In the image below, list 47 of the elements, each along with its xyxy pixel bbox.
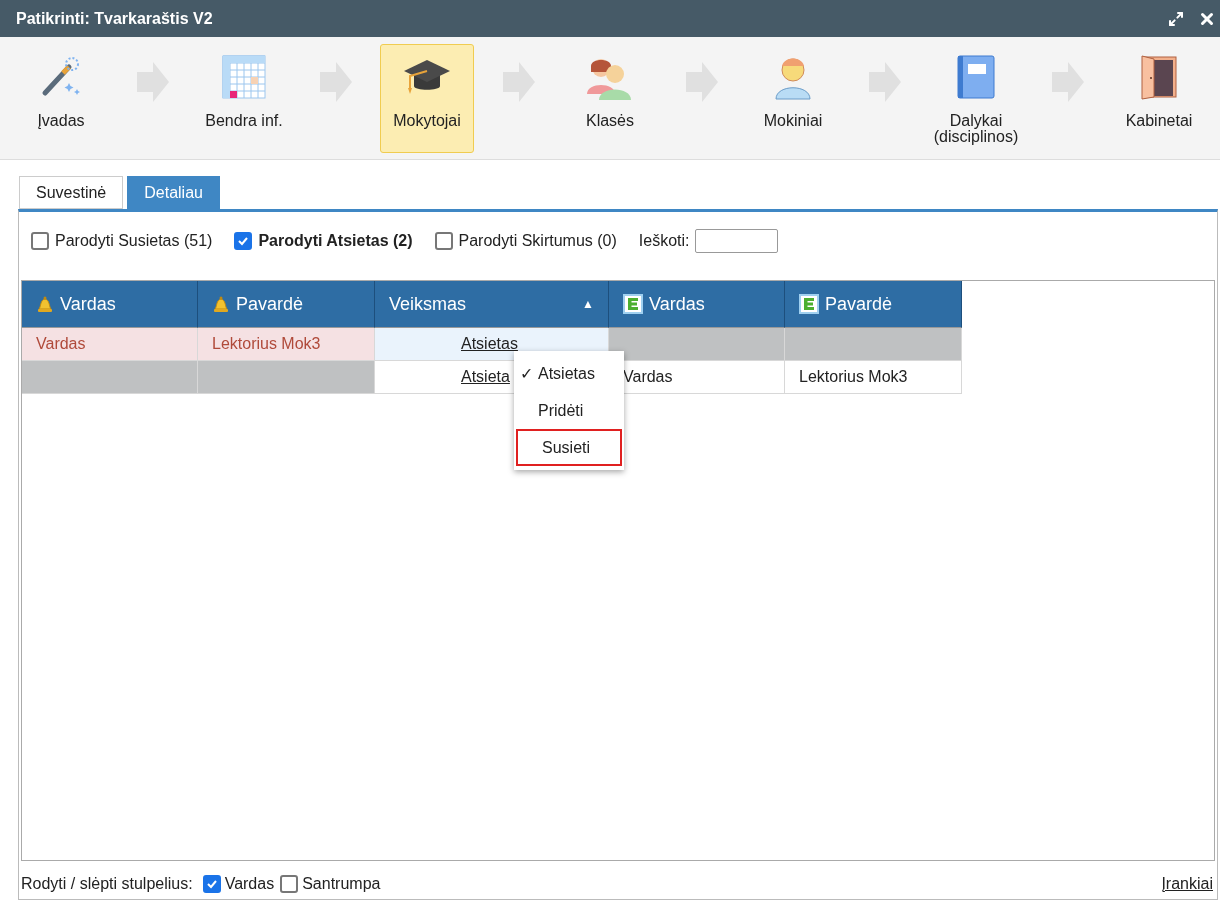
checkmark-icon — [205, 878, 218, 890]
maximize-icon[interactable] — [1168, 10, 1184, 27]
column-header[interactable]: Veiksmas ▲ — [375, 281, 609, 328]
e-logo-icon — [623, 294, 643, 314]
book-icon — [957, 55, 995, 99]
action-link[interactable]: Atsieta — [461, 365, 510, 389]
action-link[interactable]: Atsietas — [461, 332, 518, 356]
wizard-step[interactable]: Įvadas — [14, 44, 108, 153]
column-header[interactable]: Vardas — [22, 281, 198, 328]
search-field[interactable] — [695, 229, 779, 253]
bell-icon — [36, 294, 54, 314]
wizard-step[interactable]: Mokiniai — [746, 44, 840, 153]
wizard-step[interactable]: Bendra inf. — [197, 44, 291, 153]
bell-icon — [212, 294, 230, 314]
search-label: Ieškoti: — [638, 231, 690, 251]
checkbox[interactable] — [202, 875, 221, 893]
filter-label: Parodyti Susietas (51) — [55, 231, 213, 251]
table-cell: Lektorius Mok3 — [785, 361, 962, 394]
wizard-step[interactable]: Mokytojai — [380, 44, 474, 153]
checkbox[interactable] — [434, 232, 453, 250]
column-header[interactable]: Pavardė — [198, 281, 375, 328]
wizard-step[interactable]: Kabinetai — [1112, 44, 1206, 153]
checkbox[interactable] — [234, 232, 253, 250]
calendar-grid-icon — [222, 55, 266, 99]
table-cell: Lektorius Mok3 — [198, 328, 375, 361]
menu-item[interactable]: Pridėti — [514, 392, 624, 429]
checkmark-icon — [237, 235, 250, 247]
wizard-step[interactable]: Dalykai (disciplinos) — [929, 44, 1023, 153]
column-header[interactable]: Vardas — [609, 281, 785, 328]
checkbox[interactable] — [280, 875, 299, 893]
filter-label: Parodyti Skirtumus (0) — [458, 231, 617, 251]
e-logo-icon — [799, 294, 819, 314]
option-label: Santrumpa — [302, 874, 381, 894]
checkbox[interactable] — [31, 232, 49, 250]
filter-label: Parodyti Atsietas (2) — [258, 231, 413, 251]
sort-indicator: ▲ — [582, 296, 594, 313]
open-door-icon — [1140, 54, 1178, 100]
wizard-step[interactable]: Klasės — [563, 44, 657, 153]
table-cell: Vardas — [22, 328, 198, 361]
tools-link[interactable]: Įrankiai — [1161, 872, 1213, 896]
menu-item[interactable]: Susieti — [516, 429, 622, 466]
option-label: Vardas — [224, 874, 275, 894]
column-header[interactable]: Pavardė — [785, 281, 962, 328]
tab[interactable]: Detaliau — [127, 176, 220, 209]
tab[interactable]: Suvestinė — [19, 176, 124, 209]
columns-label: Rodyti / slėpti stulpelius: — [21, 874, 193, 894]
window-title: Patikrinti: Tvarkaraštis V2 — [16, 8, 214, 29]
